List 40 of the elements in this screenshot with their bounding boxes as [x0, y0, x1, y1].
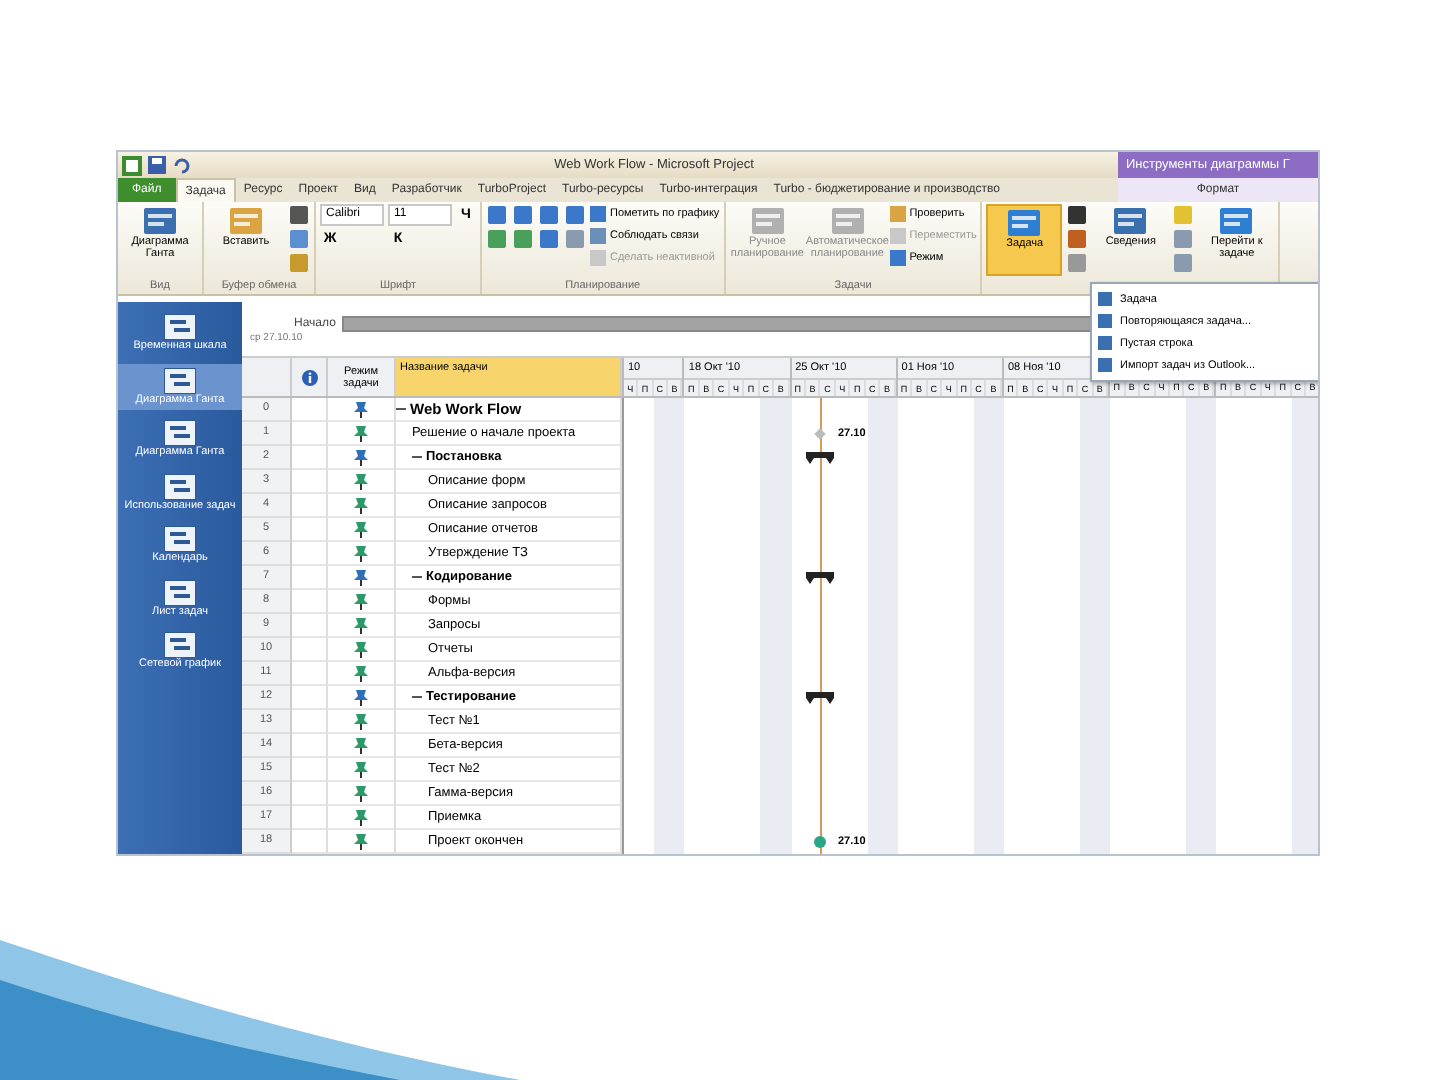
pin-icon — [352, 808, 370, 826]
info-icon — [301, 369, 317, 385]
pin-icon — [352, 736, 370, 754]
pin-icon — [352, 520, 370, 538]
pin-icon — [352, 568, 370, 586]
pin-icon — [352, 496, 370, 514]
pin-icon — [352, 448, 370, 466]
save-icon[interactable] — [148, 156, 166, 174]
pin-icon — [352, 784, 370, 802]
chart-icon — [164, 632, 196, 658]
undo-icon[interactable] — [172, 156, 190, 174]
pin-icon — [352, 472, 370, 490]
square-icon — [1098, 336, 1112, 350]
pin-icon — [352, 688, 370, 706]
pin-icon — [352, 616, 370, 634]
summary-bar — [806, 452, 834, 464]
pin-icon — [352, 544, 370, 562]
chart-icon — [164, 579, 196, 605]
collapse-icon[interactable] — [396, 404, 406, 414]
summary-bar — [806, 572, 834, 584]
square-icon — [1098, 292, 1112, 306]
circle-marker — [814, 836, 826, 848]
summary-bar — [806, 692, 834, 704]
pin-icon — [352, 760, 370, 778]
milestone-marker — [814, 428, 826, 440]
pin-icon — [352, 712, 370, 730]
app-icon — [122, 155, 142, 175]
pin-icon — [352, 424, 370, 442]
chart-icon — [164, 526, 196, 552]
square-icon — [1098, 358, 1112, 372]
pin-icon — [352, 640, 370, 658]
pin-icon — [352, 400, 370, 418]
chart-icon — [164, 473, 196, 499]
chart-icon — [164, 367, 196, 393]
pin-icon — [352, 592, 370, 610]
square-icon — [1098, 314, 1112, 328]
chart-icon — [164, 420, 196, 446]
pin-icon — [352, 664, 370, 682]
chart-icon — [164, 314, 196, 340]
pin-icon — [352, 832, 370, 850]
